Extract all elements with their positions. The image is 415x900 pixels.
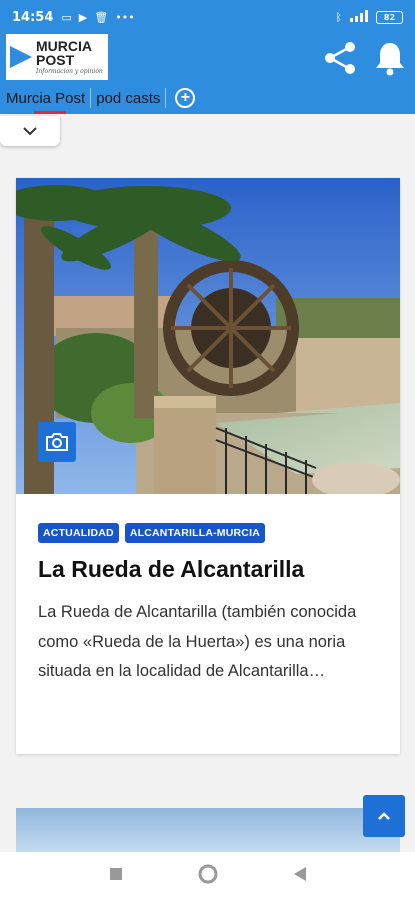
share-icon <box>325 42 355 74</box>
recents-button[interactable] <box>109 867 123 886</box>
home-button[interactable] <box>198 864 218 889</box>
chevron-up-icon <box>378 812 390 820</box>
category-tabs: Murcia Post pod casts + <box>0 82 415 114</box>
battery-icon: 82 <box>376 10 403 24</box>
tab-divider <box>165 88 167 108</box>
tab-murcia-post[interactable]: Murcia Post <box>6 82 90 114</box>
square-icon <box>109 867 122 880</box>
next-article-image[interactable] <box>16 808 400 852</box>
tag-alcantarilla-murcia[interactable]: ALCANTARILLA-MURCIA <box>124 523 265 543</box>
message-icon: ▭ <box>61 10 72 24</box>
add-tab-button[interactable]: + <box>175 88 196 108</box>
gallery-button[interactable] <box>38 422 76 462</box>
back-button[interactable] <box>293 866 307 887</box>
trash-icon: 🗑︎ <box>94 10 109 24</box>
back-triangle-icon <box>293 866 306 881</box>
collapse-button[interactable] <box>0 116 60 146</box>
article-tags: ACTUALIDAD ALCANTARILLA-MURCIA <box>38 523 265 543</box>
scroll-to-top-button[interactable] <box>363 795 405 837</box>
tag-actualidad[interactable]: ACTUALIDAD <box>38 523 119 543</box>
article-card[interactable]: ACTUALIDAD ALCANTARILLA-MURCIA La Rueda … <box>16 178 400 754</box>
plus-icon: + <box>180 89 191 106</box>
logo-tagline: Información y opinión <box>36 68 103 75</box>
signal-icon <box>348 9 370 25</box>
article-title[interactable]: La Rueda de Alcantarilla <box>38 556 304 583</box>
tab-label: Murcia Post <box>6 89 86 107</box>
circle-icon <box>198 864 217 883</box>
system-nav-bar <box>0 852 415 900</box>
play-icon: ▶ <box>78 10 88 24</box>
logo-line2: POST <box>36 52 75 68</box>
logo-line1: MURCIA <box>36 38 92 54</box>
camera-icon <box>46 433 68 451</box>
bell-icon <box>376 43 404 76</box>
bluetooth-icon: ᛒ <box>335 10 342 24</box>
tab-divider <box>90 88 92 108</box>
notifications-button[interactable] <box>372 38 408 78</box>
status-bar: 14:54 ▭ ▶ 🗑︎ ••• ᛒ 82 <box>0 0 415 34</box>
more-icon: ••• <box>115 10 135 24</box>
chevron-down-icon <box>23 127 37 136</box>
tab-podcasts[interactable]: pod casts <box>96 82 165 114</box>
logo-play-icon <box>10 46 32 68</box>
app-header: MURCIA POST Información y opinión <box>0 34 415 82</box>
article-excerpt: La Rueda de Alcantarilla (también conoci… <box>38 603 357 680</box>
status-time: 14:54 <box>12 9 54 25</box>
tab-label: pod casts <box>96 89 161 107</box>
share-button[interactable] <box>320 38 360 78</box>
site-logo[interactable]: MURCIA POST Información y opinión <box>6 34 108 80</box>
